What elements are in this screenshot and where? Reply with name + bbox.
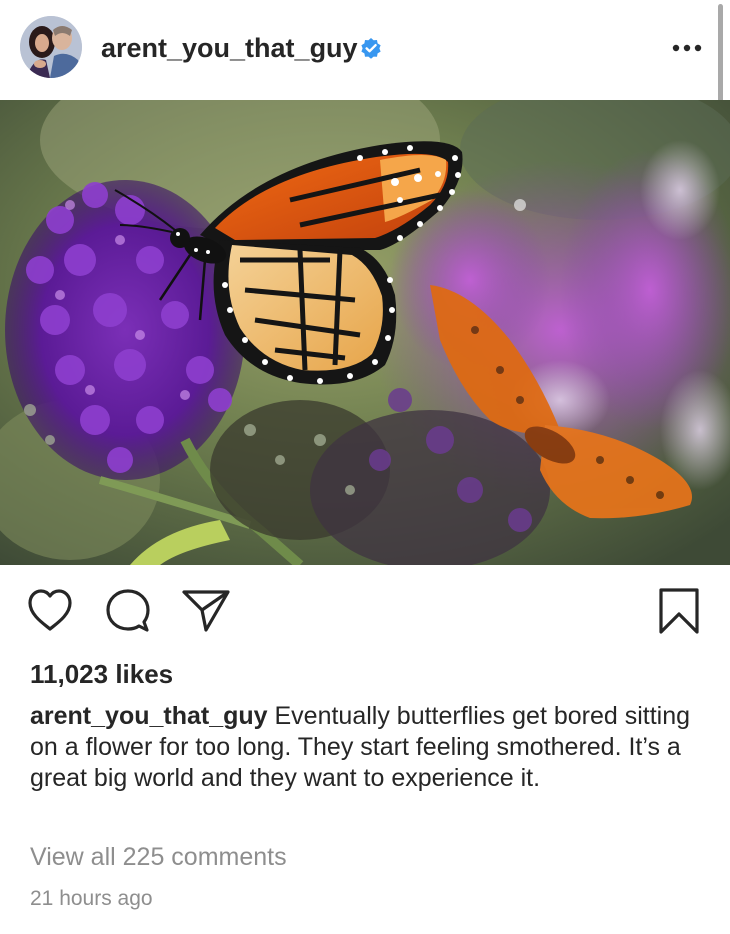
like-button[interactable] — [26, 588, 74, 634]
view-all-comments-link[interactable]: View all 225 comments — [30, 840, 287, 874]
butterfly-photo — [0, 100, 730, 565]
likes-count[interactable]: 11,023 likes — [30, 657, 173, 691]
verified-badge-icon — [361, 38, 381, 59]
post-caption: arent_you_that_guy Eventually butterflie… — [30, 701, 695, 794]
share-button[interactable] — [181, 588, 231, 634]
comment-button[interactable] — [104, 588, 152, 634]
more-horizontal-icon — [672, 44, 702, 52]
bookmark-icon — [659, 588, 699, 634]
comment-icon — [106, 589, 150, 632]
post-actions-bar — [0, 580, 730, 644]
post-header: arent_you_that_guy — [0, 0, 730, 164]
avatar-image — [20, 16, 82, 78]
post-username[interactable]: arent_you_that_guy — [101, 30, 358, 66]
caption-username[interactable]: arent_you_that_guy — [30, 702, 268, 730]
avatar[interactable] — [20, 16, 82, 78]
more-options-button[interactable] — [668, 32, 708, 64]
post-image[interactable] — [0, 100, 730, 565]
heart-icon — [28, 589, 72, 631]
send-icon — [182, 590, 230, 632]
post-timestamp: 21 hours ago — [30, 887, 153, 910]
save-button[interactable] — [656, 586, 702, 636]
